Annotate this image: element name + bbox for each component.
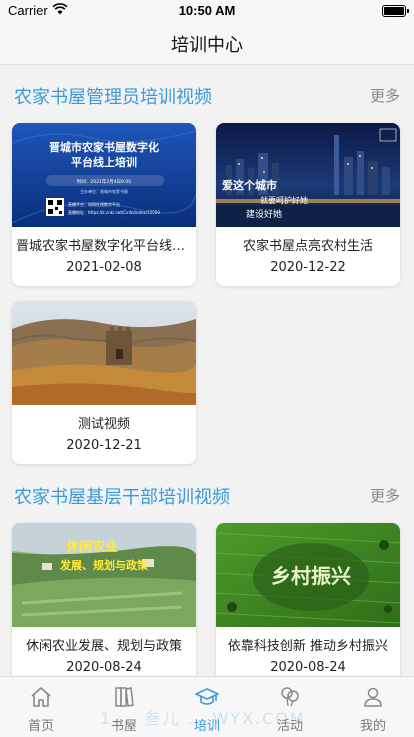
thumb-line: 直播平台：知网在线数字平台	[68, 201, 120, 207]
tab-label: 首页	[27, 719, 54, 734]
more-link[interactable]: 更多	[370, 485, 400, 506]
video-title: 农家书屋点亮农村生活	[242, 239, 373, 254]
section-title: 农家书屋基层干部培训视频	[14, 487, 230, 508]
thumb-text: 乡村振兴	[271, 564, 351, 588]
video-thumbnail	[12, 301, 196, 405]
profile-icon	[364, 687, 382, 707]
video-date: 2020-08-24	[66, 660, 142, 675]
tab-mine[interactable]: 我的	[332, 677, 414, 737]
page-title: 培训中心	[171, 35, 243, 56]
video-title: 晋城农家书屋数字化平台线上…	[16, 239, 196, 254]
thumb-text: 休闲农业	[65, 539, 118, 555]
video-card[interactable]: 测试视频 2020-12-21	[12, 301, 196, 464]
video-date: 2020-08-24	[270, 660, 346, 675]
more-link[interactable]: 更多	[370, 85, 400, 106]
video-date: 2020-12-21	[66, 438, 142, 453]
video-card[interactable]: 晋城市农家书屋数字化 平台线上培训 时间：2021年2月4日9:00 主办单位：…	[12, 123, 196, 286]
video-date: 2021-02-08	[66, 260, 142, 275]
thumb-line: 主办单位：晋城市农家书屋	[80, 188, 128, 194]
video-thumbnail: 晋城市农家书屋数字化 平台线上培训 时间：2021年2月4日9:00 主办单位：…	[12, 123, 196, 227]
video-card[interactable]: 休闲农业 发展、规划与政策 休闲农业发展、规划与政策 2020-08-24	[12, 523, 196, 675]
thumb-text: 爱这个城市	[222, 178, 277, 192]
tab-label: 我的	[359, 719, 386, 734]
thumb-line: 时间：2021年2月4日9:00	[77, 178, 131, 185]
thumb-heading: 晋城市农家书屋数字化	[49, 140, 159, 154]
tab-home[interactable]: 首页	[0, 677, 82, 737]
status-bar: Carrier 10:50 AM	[0, 0, 414, 20]
nav-bar: 培训中心	[0, 20, 414, 65]
video-thumbnail: 爱这个城市 就要呵护好她 建设好她	[216, 123, 400, 227]
video-date: 2020-12-22	[270, 260, 346, 275]
thumb-text: 发展、规划与政策	[59, 558, 149, 572]
video-title: 休闲农业发展、规划与政策	[25, 639, 182, 654]
video-title: 依靠科技创新 推动乡村振兴	[227, 639, 389, 654]
battery-icon	[382, 5, 409, 17]
video-card[interactable]: 乡村振兴 依靠科技创新 推动乡村振兴 2020-08-24	[216, 523, 400, 675]
video-title: 测试视频	[77, 417, 130, 432]
clock: 10:50 AM	[178, 3, 236, 18]
video-thumbnail: 休闲农业 发展、规划与政策	[12, 523, 196, 627]
thumb-text: 就要呵护好她	[260, 195, 308, 205]
section-header-cadre: 农家书屋基层干部培训视频 更多	[0, 471, 414, 515]
content-scroll[interactable]: 农家书屋管理员培训视频 更多 晋城市农家书屋数字化 平台线上培训 时间：2021…	[0, 65, 414, 675]
section-header-admin: 农家书屋管理员培训视频 更多	[0, 71, 414, 115]
thumb-text: 建设好她	[246, 208, 282, 220]
thumb-subheading: 平台线上培训	[71, 155, 137, 169]
video-thumbnail: 乡村振兴	[216, 523, 400, 627]
video-card[interactable]: 爱这个城市 就要呵护好她 建设好她 农家书屋点亮农村生活 2020-12-22	[216, 123, 400, 286]
section-title: 农家书屋管理员培训视频	[14, 87, 212, 108]
thumb-line: 直播地址：https://k.cnki.net/Cinfo/index/1255…	[68, 209, 160, 215]
home-icon	[31, 687, 51, 707]
watermark: 1 … 叁儿 … WYX.COM	[100, 709, 306, 728]
